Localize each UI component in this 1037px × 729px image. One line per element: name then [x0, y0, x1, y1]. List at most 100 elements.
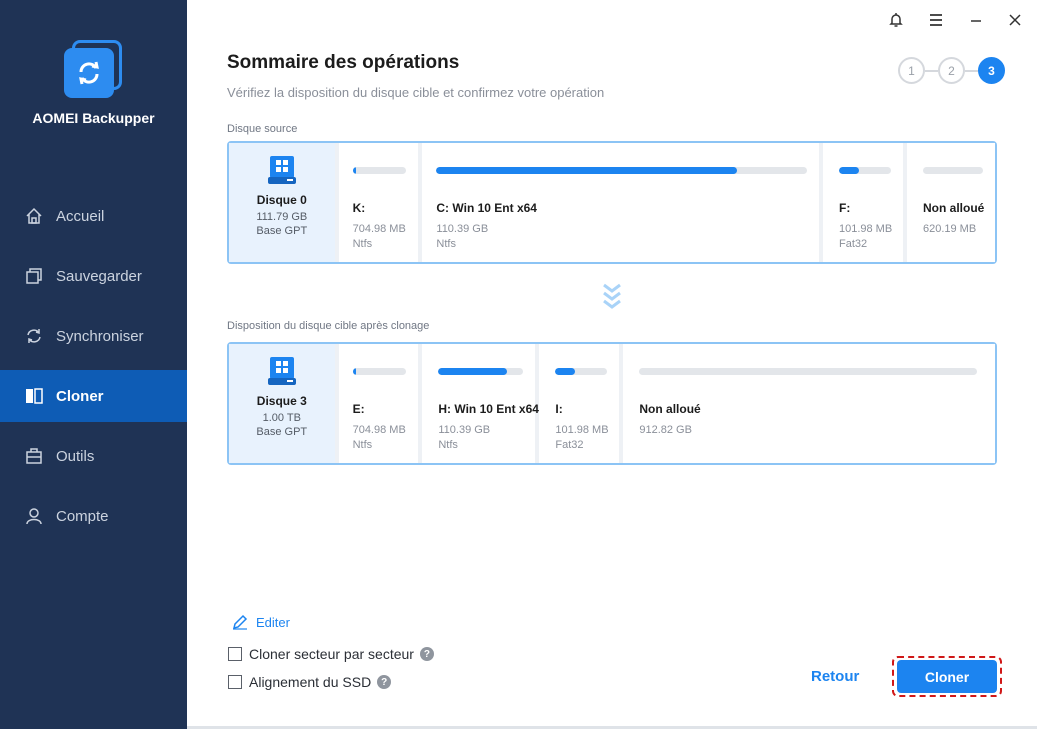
partition-unallocated[interactable]: Non alloué 912.82 GB [623, 344, 995, 463]
partition-size: 704.98 MB [352, 424, 406, 436]
partition-name: C: Win 10 Ent x64 [436, 201, 537, 215]
sync-logo-icon [79, 61, 99, 85]
partition-usage-fill [436, 167, 737, 174]
option-sector-by-sector: Cloner secteur par secteur ? [228, 646, 434, 662]
sidebar-nav: Accueil Sauvegarder Synchroniser Cloner [0, 190, 187, 550]
ssd-alignment-checkbox[interactable] [228, 675, 242, 689]
partition-usage-bar [838, 167, 891, 174]
partition-usage-bar [436, 167, 807, 174]
backup-icon [24, 266, 44, 286]
partition-name: F: [838, 201, 851, 215]
step-1: 1 [898, 57, 925, 84]
partition-name: I: [555, 402, 563, 416]
partition-usage-fill [838, 167, 859, 174]
sidebar-item-sauvegarder[interactable]: Sauvegarder [0, 250, 187, 302]
partition-usage-bar [639, 368, 977, 375]
disk-size: 1.00 TB [262, 412, 301, 424]
help-icon[interactable]: ? [419, 647, 434, 661]
clone-icon [24, 386, 44, 406]
partition-usage-fill [352, 368, 356, 375]
partition-size: 110.39 GB [438, 424, 491, 436]
help-icon[interactable]: ? [377, 675, 392, 689]
step-2: 2 [938, 57, 965, 84]
partition-size: 101.98 MB [555, 424, 609, 436]
sidebar-item-compte[interactable]: Compte [0, 490, 187, 542]
partition-usage-fill [555, 368, 576, 375]
close-icon[interactable] [1005, 10, 1025, 30]
edit-link[interactable]: Editer [232, 614, 290, 630]
partition-size: 620.19 MB [922, 223, 977, 235]
partition-fs: Ntfs [438, 439, 458, 451]
partition-c[interactable]: C: Win 10 Ent x64 110.39 GB Ntfs [422, 143, 819, 262]
disk-name: Disque 3 [256, 394, 307, 408]
target-disk-panel[interactable]: Disque 3 1.00 TB Base GPT E: 704.98 MB N… [227, 342, 997, 465]
partition-k[interactable]: K: 704.98 MB Ntfs [338, 143, 419, 262]
partition-usage-bar [438, 368, 524, 375]
partition-usage-fill [438, 368, 508, 375]
sidebar-item-label: Accueil [56, 207, 105, 225]
disk-icon [267, 357, 296, 385]
partition-name: H: Win 10 Ent x64 [438, 402, 539, 416]
partition-i[interactable]: I: 101.98 MB Fat32 [539, 344, 620, 463]
menu-icon[interactable] [926, 10, 946, 30]
partition-size: 110.39 GB [436, 223, 489, 235]
app-logo [64, 40, 124, 100]
app-window: AOMEI Backupper Accueil Sauvegarder Sync… [0, 0, 1037, 729]
option-ssd-alignment: Alignement du SSD ? [228, 674, 392, 690]
partition-e[interactable]: E: 704.98 MB Ntfs [338, 344, 419, 463]
sync-icon [24, 326, 44, 346]
home-icon [24, 206, 44, 226]
source-disk-info: Disque 0 111.79 GB Base GPT [229, 143, 335, 262]
sidebar: AOMEI Backupper Accueil Sauvegarder Sync… [0, 0, 187, 729]
app-name: AOMEI Backupper [32, 110, 155, 126]
partition-unallocated[interactable]: Non alloué 620.19 MB [906, 143, 995, 262]
disk-name: Disque 0 [256, 193, 307, 207]
step-indicator: 1 2 3 [898, 57, 1005, 84]
pencil-icon [232, 614, 248, 630]
minimize-icon[interactable] [966, 10, 986, 30]
page-title: Sommaire des opérations [227, 52, 460, 73]
sidebar-item-synchroniser[interactable]: Synchroniser [0, 310, 187, 362]
sidebar-item-label: Cloner [56, 387, 104, 405]
partition-h[interactable]: H: Win 10 Ent x64 110.39 GB Ntfs [422, 344, 539, 463]
target-disk-label: Disposition du disque cible après clonag… [227, 320, 430, 332]
sidebar-item-label: Sauvegarder [56, 267, 142, 285]
page-subtitle: Vérifiez la disposition du disque cible … [227, 85, 605, 100]
partition-name: Non alloué [922, 201, 985, 215]
partition-fs: Ntfs [436, 238, 456, 250]
partition-fs: Fat32 [838, 238, 868, 250]
partition-f[interactable]: F: 101.98 MB Fat32 [822, 143, 903, 262]
partition-fs: Ntfs [352, 439, 373, 451]
partition-name: K: [352, 201, 366, 215]
sector-by-sector-checkbox[interactable] [228, 647, 242, 661]
partition-usage-fill [352, 167, 356, 174]
bell-icon[interactable] [886, 10, 906, 30]
step-3: 3 [978, 57, 1005, 84]
sidebar-item-cloner[interactable]: Cloner [0, 370, 187, 422]
partition-size: 101.98 MB [838, 223, 893, 235]
disk-type: Base GPT [256, 426, 308, 438]
partition-usage-bar [352, 167, 407, 174]
user-icon [24, 506, 44, 526]
sidebar-item-accueil[interactable]: Accueil [0, 190, 187, 242]
sector-by-sector-label: Cloner secteur par secteur [249, 646, 414, 662]
ssd-alignment-label: Alignement du SSD [249, 674, 372, 690]
sidebar-item-label: Compte [56, 507, 109, 525]
partition-name: Non alloué [639, 402, 701, 416]
sidebar-item-label: Synchroniser [56, 327, 144, 345]
clone-button[interactable]: Cloner [897, 660, 997, 693]
target-disk-info: Disque 3 1.00 TB Base GPT [229, 344, 335, 463]
partition-fs: Fat32 [555, 439, 584, 451]
disk-icon [267, 156, 296, 184]
partition-usage-bar [555, 368, 608, 375]
partition-size: 912.82 GB [639, 424, 692, 436]
partition-fs: Ntfs [352, 238, 373, 250]
back-button[interactable]: Retour [811, 668, 859, 685]
sidebar-item-label: Outils [56, 447, 95, 465]
partition-usage-bar [352, 368, 407, 375]
partition-name: E: [352, 402, 365, 416]
source-disk-panel[interactable]: Disque 0 111.79 GB Base GPT K: 704.98 MB… [227, 141, 997, 264]
disk-type: Base GPT [256, 225, 308, 237]
sidebar-item-outils[interactable]: Outils [0, 430, 187, 482]
partition-usage-bar [922, 167, 983, 174]
